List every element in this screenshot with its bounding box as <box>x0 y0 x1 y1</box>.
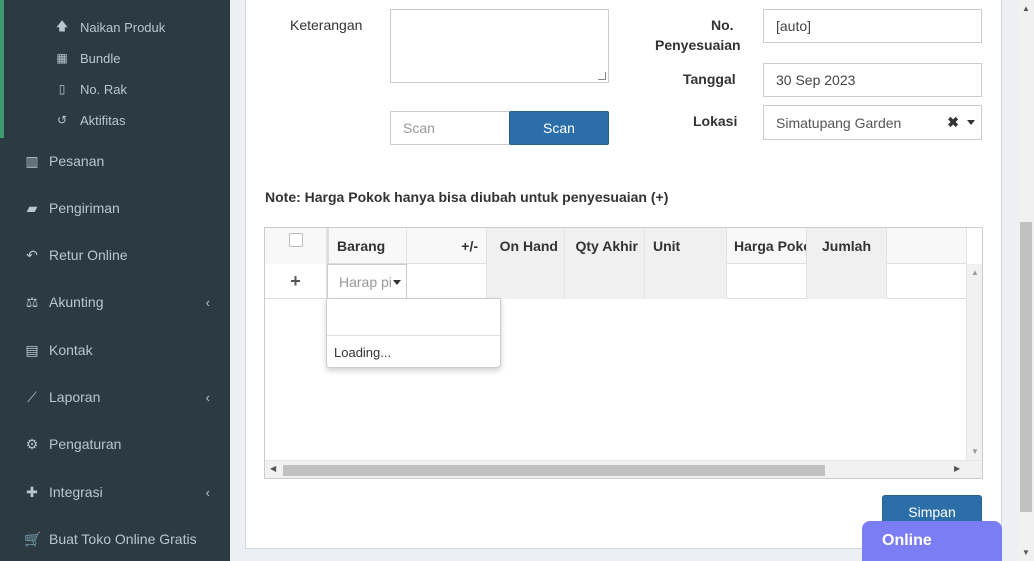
sidebar-item-label: Akunting <box>49 294 104 310</box>
barang-select[interactable]: Harap pilih <box>327 264 407 299</box>
puzzle-icon: ✚ <box>26 483 38 500</box>
caret-down-icon[interactable] <box>967 120 975 125</box>
grid-horizontal-scrollbar[interactable]: ◀ ▶ <box>265 460 982 478</box>
submenu-item-bundle[interactable]: ▦ Bundle <box>55 48 120 68</box>
submenu-item-no-rak[interactable]: ▯ No. Rak <box>55 79 127 99</box>
bookmark-icon: ▯ <box>58 82 66 96</box>
cell-unit <box>645 264 727 299</box>
select-all-checkbox[interactable] <box>289 233 303 247</box>
chat-widget-online[interactable]: Online <box>862 521 1002 561</box>
scroll-down-icon[interactable]: ▼ <box>1022 548 1030 557</box>
scroll-left-icon[interactable]: ◀ <box>270 464 276 473</box>
scroll-up-icon[interactable]: ▲ <box>971 268 979 277</box>
chevron-left-icon: ‹ <box>205 294 210 310</box>
header-select-all-cell <box>265 228 327 264</box>
sidebar-item-label: Integrasi <box>49 484 103 500</box>
sidebar-item-label: Buat Toko Online Gratis <box>49 531 197 547</box>
sidebar-item-kontak[interactable]: ▤ Kontak <box>24 339 214 361</box>
cogs-icon: ⚙ <box>25 435 39 452</box>
lokasi-label: Lokasi <box>693 113 738 129</box>
submenu-item-label: Aktifitas <box>80 112 126 128</box>
submenu-item-label: Bundle <box>80 50 121 66</box>
lokasi-select-value: Simatupang Garden <box>776 114 902 131</box>
cell-empty <box>887 264 967 299</box>
resize-grip-icon[interactable] <box>598 72 606 80</box>
cell-qty-akhir <box>565 264 645 299</box>
sidebar-item-label: Pengiriman <box>49 200 120 216</box>
header-empty <box>887 228 967 264</box>
sidebar-item-pengiriman[interactable]: ▰ Pengiriman <box>24 197 214 219</box>
cell-jumlah <box>807 264 887 299</box>
no-penyesuaian-label-line2: Penyesuaian <box>655 37 741 53</box>
sidebar-item-retur-online[interactable]: ↶ Retur Online <box>24 244 214 266</box>
table-row: + Harap pilih <box>265 264 967 299</box>
no-penyesuaian-label-line1: No. <box>711 17 734 33</box>
scroll-down-icon[interactable]: ▼ <box>971 447 979 456</box>
grid-horizontal-scroll-thumb[interactable] <box>283 465 825 476</box>
truck-icon: ▰ <box>26 199 38 216</box>
sidebar-item-integrasi[interactable]: ✚ Integrasi ‹ <box>24 481 214 503</box>
submenu-accent-bar <box>0 0 4 138</box>
id-card-icon: ▤ <box>25 341 39 358</box>
sidebar-item-label: Pengaturan <box>49 436 122 452</box>
sidebar-item-pesanan[interactable]: ▥ Pesanan <box>24 150 214 172</box>
grid-icon: ▦ <box>56 51 68 65</box>
sidebar-item-pengaturan[interactable]: ⚙ Pengaturan <box>24 433 214 455</box>
grid-vertical-scrollbar[interactable]: ▲ ▼ <box>966 264 982 460</box>
sidebar-item-akunting[interactable]: ⚖ Akunting ‹ <box>24 291 214 313</box>
dropdown-search-input[interactable] <box>327 299 500 336</box>
cell-plus-minus[interactable] <box>407 264 487 299</box>
barang-select-placeholder: Harap pilih <box>339 273 391 290</box>
keterangan-label: Keterangan <box>290 17 363 33</box>
header-plus-minus[interactable]: +/- <box>407 228 487 264</box>
note-text: Note: Harga Pokok hanya bisa diubah untu… <box>265 189 669 205</box>
header-barang[interactable]: Barang <box>327 228 407 264</box>
submenu-item-label: Naikan Produk <box>80 19 166 35</box>
scan-input[interactable]: Scan <box>390 111 510 145</box>
scroll-right-icon[interactable]: ▶ <box>954 464 960 473</box>
no-penyesuaian-field[interactable]: [auto] <box>763 9 982 43</box>
cart-icon: 🛒 <box>24 530 42 547</box>
sidebar-item-label: Pesanan <box>49 153 105 169</box>
sidebar-submenu: 🡅 Naikan Produk ▦ Bundle ▯ No. Rak ↺ Akt… <box>0 0 230 138</box>
arrow-up-icon: 🡅 <box>55 18 69 33</box>
scroll-up-icon[interactable]: ▲ <box>1022 4 1030 13</box>
cell-on-hand <box>487 264 565 299</box>
header-on-hand[interactable]: On Hand <box>487 228 565 264</box>
sidebar-item-buat-toko[interactable]: 🛒 Buat Toko Online Gratis <box>24 528 214 550</box>
add-row-button[interactable]: + <box>265 264 327 299</box>
line-chart-icon: ⟋ <box>27 388 37 405</box>
tanggal-label: Tanggal <box>683 71 736 87</box>
sidebar-item-label: Kontak <box>49 342 93 358</box>
sidebar-item-laporan[interactable]: ⟋ Laporan ‹ <box>24 386 214 408</box>
page-scroll-thumb[interactable] <box>1020 222 1032 512</box>
chevron-left-icon: ‹ <box>205 484 210 500</box>
balance-scale-icon: ⚖ <box>25 293 39 310</box>
sidebar-item-label: Laporan <box>49 389 101 405</box>
submenu-item-aktifitas[interactable]: ↺ Aktifitas <box>55 110 126 130</box>
header-jumlah[interactable]: Jumlah <box>807 228 887 264</box>
reply-icon: ↶ <box>26 246 38 263</box>
basket-icon: ▥ <box>25 152 39 169</box>
keterangan-textarea[interactable] <box>390 9 609 83</box>
dropdown-loading-text: Loading... <box>334 345 392 360</box>
tanggal-field[interactable]: 30 Sep 2023 <box>763 63 982 97</box>
submenu-item-label: No. Rak <box>80 81 127 97</box>
caret-down-icon <box>393 280 401 285</box>
sidebar: 🡅 Naikan Produk ▦ Bundle ▯ No. Rak ↺ Akt… <box>0 0 230 561</box>
submenu-item-naikan-produk[interactable]: 🡅 Naikan Produk <box>55 17 165 37</box>
header-harga-pokok[interactable]: Harga Pokok <box>727 228 807 264</box>
cell-harga-pokok[interactable] <box>727 264 807 299</box>
header-qty-akhir[interactable]: Qty Akhir <box>565 228 645 264</box>
scan-button[interactable]: Scan <box>509 111 609 145</box>
page-scrollbar[interactable]: ▲ ▼ <box>1018 0 1034 561</box>
history-icon: ↺ <box>56 113 68 127</box>
grid-header: Barang +/- On Hand Qty Akhir Unit Harga … <box>265 228 967 264</box>
lokasi-select[interactable]: Simatupang Garden ✖ <box>763 105 982 140</box>
header-unit[interactable]: Unit <box>645 228 727 264</box>
barang-dropdown: Loading... <box>326 298 501 368</box>
sidebar-item-label: Retur Online <box>49 247 128 263</box>
chevron-left-icon: ‹ <box>205 389 210 405</box>
clear-icon[interactable]: ✖ <box>947 114 959 131</box>
